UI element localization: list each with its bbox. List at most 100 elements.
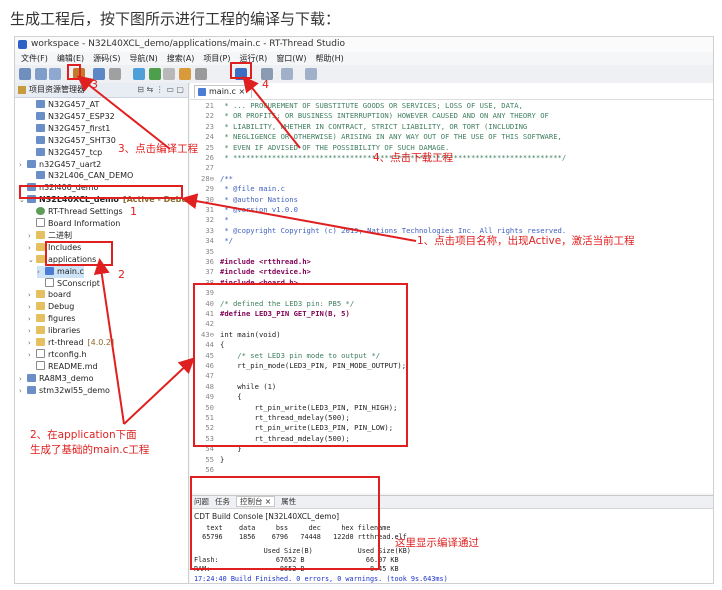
new-icon[interactable] xyxy=(19,68,31,80)
line-number: 37 xyxy=(205,267,214,277)
terminal-icon[interactable] xyxy=(163,68,175,80)
code-text: } xyxy=(220,454,225,464)
tree-twisty-icon[interactable]: › xyxy=(37,266,45,278)
menu-item[interactable]: 文件(F) xyxy=(21,52,48,65)
back-arrow-icon[interactable] xyxy=(281,68,293,80)
tree-item[interactable]: › rt-thread [4.0.2] xyxy=(28,337,114,349)
tree-item[interactable]: N32G457_AT xyxy=(28,99,99,111)
code-text: #include <rtdevice.h> xyxy=(220,267,311,277)
line-number: 23 xyxy=(205,121,214,131)
tree-item-label: N32G457_tcp xyxy=(48,147,103,157)
tree-twisty-icon[interactable]: › xyxy=(28,325,36,337)
search-icon[interactable] xyxy=(195,68,207,80)
line-number: 55 xyxy=(205,454,214,464)
sdk-manager-icon[interactable] xyxy=(133,68,145,80)
menu-bar: 文件(F) 编辑(E) 源码(S) 导航(N) 搜索(A) 项目(P) 运行(R) 窗口(W)… xyxy=(15,52,713,65)
tree-item[interactable]: › figures xyxy=(28,313,75,325)
tree-item[interactable]: › main.c xyxy=(37,265,84,278)
tree-item-label: rtconfig.h xyxy=(48,349,87,359)
tree-item[interactable]: › libraries xyxy=(28,325,80,337)
tree-item[interactable]: N32L406_CAN_DEMO xyxy=(28,170,133,182)
folder-icon xyxy=(36,326,45,335)
code-line: 56 xyxy=(190,465,220,475)
menu-item[interactable]: 搜索(A) xyxy=(167,52,195,65)
c-file-icon xyxy=(198,88,206,96)
menu-item[interactable]: 窗口(W) xyxy=(276,52,306,65)
project-icon xyxy=(36,135,45,144)
tree-item-label: 二进制 xyxy=(48,230,72,240)
project-icon xyxy=(36,171,45,180)
tree-item[interactable]: › Debug xyxy=(28,301,74,313)
tree-twisty-icon[interactable]: › xyxy=(28,313,36,325)
tree-twisty-icon[interactable]: ⌄ xyxy=(28,254,36,266)
annotation-build: 3、点击编译工程 xyxy=(118,143,199,155)
tree-item[interactable]: › RA8M3_demo xyxy=(19,373,93,385)
annotation-main-c-number: 2 xyxy=(118,268,125,281)
menu-item[interactable]: 项目(P) xyxy=(203,52,230,65)
tree-item-label: N32G457_ESP32 xyxy=(48,111,115,121)
tree-twisty-icon[interactable]: › xyxy=(28,301,36,313)
tree-item[interactable]: README.md xyxy=(28,360,98,373)
debug-icon[interactable] xyxy=(149,68,161,80)
menu-item[interactable]: 帮助(H) xyxy=(315,52,343,65)
window-title: workspace - N32L40XCL_demo/applications/… xyxy=(31,39,345,49)
folder-icon xyxy=(36,230,45,239)
forward-arrow-icon[interactable] xyxy=(305,68,317,80)
tree-item-label: RA8M3_demo xyxy=(39,373,94,383)
tree-item[interactable]: › n32G457_uart2 xyxy=(19,159,101,171)
c-file-icon xyxy=(45,266,54,275)
tree-item[interactable]: N32G457_ESP32 xyxy=(28,111,115,123)
tree-twisty-icon[interactable]: › xyxy=(19,385,27,397)
code-line: 55} xyxy=(190,455,224,465)
tree-twisty-icon[interactable]: › xyxy=(19,373,27,385)
line-number: 35 xyxy=(205,246,214,256)
code-line: 34 */ xyxy=(190,236,233,246)
annotation-main-c: 2、在application下面 生成了基础的main.c工程 xyxy=(30,429,150,456)
tree-item-label: N32G457_AT xyxy=(48,100,100,109)
open-folder-icon[interactable] xyxy=(179,68,191,80)
tree-item[interactable]: N32G457_SHT30 xyxy=(28,135,116,147)
tree-item-label: board xyxy=(48,290,72,300)
annotation-build-passed: 这里显示编译通过 xyxy=(395,537,479,549)
code-line: 29 * @file main.c xyxy=(190,184,285,194)
tree-item[interactable]: SConscript xyxy=(37,277,100,290)
project-icon xyxy=(36,147,45,156)
download-button-highlight xyxy=(230,62,252,79)
console-build-finished: 17:24:40 Build Finished. 0 errors, 0 war… xyxy=(194,575,448,583)
tree-item[interactable]: › rtconfig.h xyxy=(28,348,87,361)
code-text: */ xyxy=(220,236,233,246)
annotation-download: 4、点击下载工程 xyxy=(373,152,454,164)
annotation-active: 1、点击项目名称，出现Active，激活当前工程 xyxy=(417,235,635,247)
tree-item[interactable]: › stm32wl55_demo xyxy=(19,385,110,397)
tree-twisty-icon[interactable]: › xyxy=(28,349,36,361)
clean-icon[interactable] xyxy=(109,68,121,80)
line-number: 28⊖ xyxy=(201,173,214,183)
tree-item-label: Board Information xyxy=(48,219,121,228)
menu-item[interactable]: 源码(S) xyxy=(93,52,120,65)
menu-item[interactable]: 导航(N) xyxy=(129,52,157,65)
tree-twisty-icon[interactable]: › xyxy=(19,159,27,171)
tree-twisty-icon[interactable]: › xyxy=(28,242,36,254)
tree-twisty-icon[interactable]: › xyxy=(28,337,36,349)
project-icon xyxy=(27,385,36,394)
collapse-all-icon[interactable]: ⊟ ⇆ ⋮ ▭ ▢ xyxy=(137,83,184,97)
toolbar xyxy=(15,65,713,84)
tree-item[interactable]: N32G457_first1 xyxy=(28,123,110,135)
line-number: 31 xyxy=(205,205,214,214)
folder-icon xyxy=(36,314,45,323)
tree-item[interactable]: N32G457_tcp xyxy=(28,147,102,159)
tree-item-label: rt-thread xyxy=(48,338,84,347)
save-icon[interactable] xyxy=(35,68,47,80)
tree-item[interactable]: Board Information xyxy=(28,218,120,230)
tree-item[interactable]: › board xyxy=(28,289,71,301)
file-icon xyxy=(36,348,45,358)
save-all-icon[interactable] xyxy=(49,68,61,80)
tab-main-c[interactable]: main.c × xyxy=(194,85,253,98)
tree-twisty-icon[interactable]: › xyxy=(28,289,36,301)
editor-tab-label: main.c xyxy=(209,87,236,96)
tree-item[interactable]: RT-Thread Settings xyxy=(28,206,123,218)
code-line: 32 * xyxy=(190,215,229,225)
tree-item-label: libraries xyxy=(48,326,81,336)
tree-twisty-icon[interactable]: › xyxy=(28,230,36,242)
code-text: * xyxy=(220,215,229,225)
